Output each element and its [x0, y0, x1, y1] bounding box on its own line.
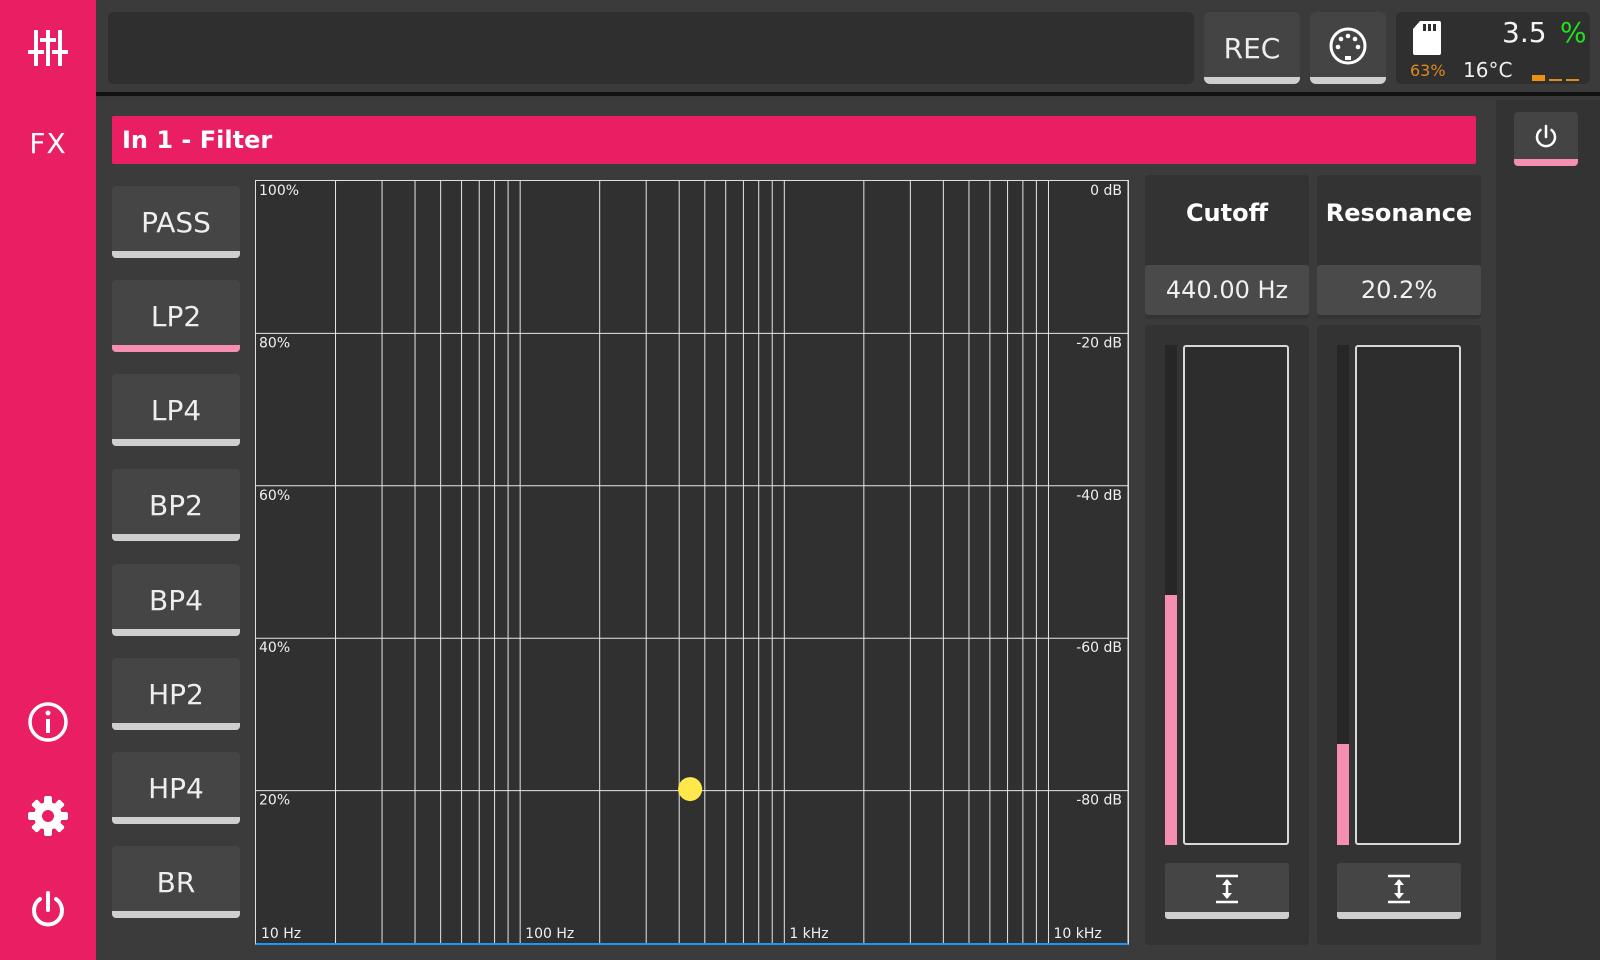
cutoff-value[interactable]: 440.00 Hz [1145, 265, 1309, 315]
resonance-value[interactable]: 20.2% [1317, 265, 1481, 315]
filter-type-button[interactable]: LP4 [112, 374, 240, 446]
temperature-bar [1549, 79, 1562, 81]
power-icon [32, 891, 64, 927]
rec-button[interactable]: REC [1204, 12, 1300, 84]
cutoff-reset-button[interactable] [1165, 863, 1289, 919]
midi-din-icon [1329, 27, 1367, 65]
y-axis-percent-label: 40% [259, 640, 290, 656]
settings-button[interactable] [0, 776, 96, 856]
filter-type-button[interactable]: HP4 [112, 752, 240, 824]
gear-icon [28, 796, 68, 836]
filter-type-button[interactable]: LP2 [112, 280, 240, 352]
resonance-slider[interactable] [1355, 345, 1461, 845]
mixer-button[interactable] [0, 8, 96, 88]
right-panel [1496, 100, 1600, 960]
fx-button[interactable]: FX [0, 103, 96, 183]
power-icon [1535, 124, 1557, 148]
filter-type-button[interactable]: BR [112, 846, 240, 918]
filter-type-button[interactable]: BP4 [112, 564, 240, 636]
sidebar: FX [0, 0, 96, 960]
resonance-control: Resonance 20.2% [1317, 175, 1481, 945]
y-axis-db-label: 0 dB [1090, 183, 1122, 199]
midi-button[interactable] [1310, 12, 1386, 84]
temperature-bar [1566, 79, 1579, 81]
fx-label: FX [29, 126, 67, 160]
y-axis-percent-label: 100% [259, 183, 299, 199]
resonance-header: Resonance 20.2% [1317, 175, 1481, 319]
cpu-load-unit: % [1560, 16, 1587, 49]
resonance-reset-button[interactable] [1337, 863, 1461, 919]
temperature-bars [1532, 73, 1580, 81]
resonance-level-meter [1337, 345, 1349, 845]
sd-usage-text: 63% [1410, 61, 1446, 80]
cutoff-slider[interactable] [1183, 345, 1289, 845]
filter-type-button[interactable]: BP2 [112, 469, 240, 541]
y-axis-db-label: -20 dB [1076, 335, 1122, 351]
status-display: 63% 3.5 % 16°C [1396, 12, 1590, 84]
resonance-level-fill [1337, 744, 1349, 845]
resonance-slider-area [1317, 325, 1481, 945]
temperature-text: 16°C [1463, 58, 1513, 82]
filter-response-graph[interactable]: 100% 80% 60% 40% 20% 0 dB -20 dB -40 dB -60 dB -8… [255, 180, 1129, 945]
panel-title: In 1 - Filter [122, 126, 273, 154]
y-axis-db-label: -40 dB [1076, 488, 1122, 504]
cutoff-control: Cutoff 440.00 Hz [1145, 175, 1309, 945]
y-axis-percent-label: 20% [259, 793, 290, 809]
x-axis-frequency-label: 10 kHz [1053, 926, 1101, 942]
cutoff-slider-area [1145, 325, 1309, 945]
graph-canvas[interactable]: 100% 80% 60% 40% 20% 0 dB -20 dB -40 dB -60 dB -8… [256, 181, 1128, 943]
main-panel: In 1 - Filter PASS LP2 LP4 BP2 BP4 HP2 H… [96, 100, 1496, 960]
y-axis-percent-label: 80% [259, 335, 290, 351]
y-axis-db-label: -60 dB [1076, 640, 1122, 656]
y-axis-db-label: -80 dB [1076, 793, 1122, 809]
filter-type-button[interactable]: PASS [112, 186, 240, 258]
cutoff-header: Cutoff 440.00 Hz [1145, 175, 1309, 319]
panel-header: In 1 - Filter [112, 116, 1476, 164]
x-axis-frequency-label: 100 Hz [525, 926, 574, 942]
title-display [108, 12, 1194, 84]
sd-card-icon [1413, 21, 1441, 55]
cutoff-level-fill [1165, 595, 1177, 845]
resonance-title: Resonance [1325, 199, 1473, 227]
cpu-load-value: 3.5 [1502, 16, 1547, 49]
temperature-bar [1532, 75, 1545, 81]
info-button[interactable] [0, 682, 96, 762]
x-axis-frequency-label: 10 Hz [261, 926, 301, 942]
y-axis-percent-label: 60% [259, 488, 290, 504]
effect-power-toggle[interactable] [1514, 112, 1578, 166]
top-bar: REC 63% 3.5 % 16°C [96, 0, 1600, 96]
mixer-sliders-icon [28, 30, 68, 66]
info-icon [28, 702, 68, 742]
reset-to-default-icon [1216, 874, 1238, 904]
x-axis-frequency-label: 1 kHz [789, 926, 828, 942]
cutoff-level-meter [1165, 345, 1177, 845]
filter-type-button[interactable]: HP2 [112, 658, 240, 730]
reset-to-default-icon [1388, 874, 1410, 904]
cutoff-title: Cutoff [1185, 199, 1269, 227]
power-button[interactable] [0, 870, 96, 950]
filter-control-point[interactable] [678, 777, 703, 802]
